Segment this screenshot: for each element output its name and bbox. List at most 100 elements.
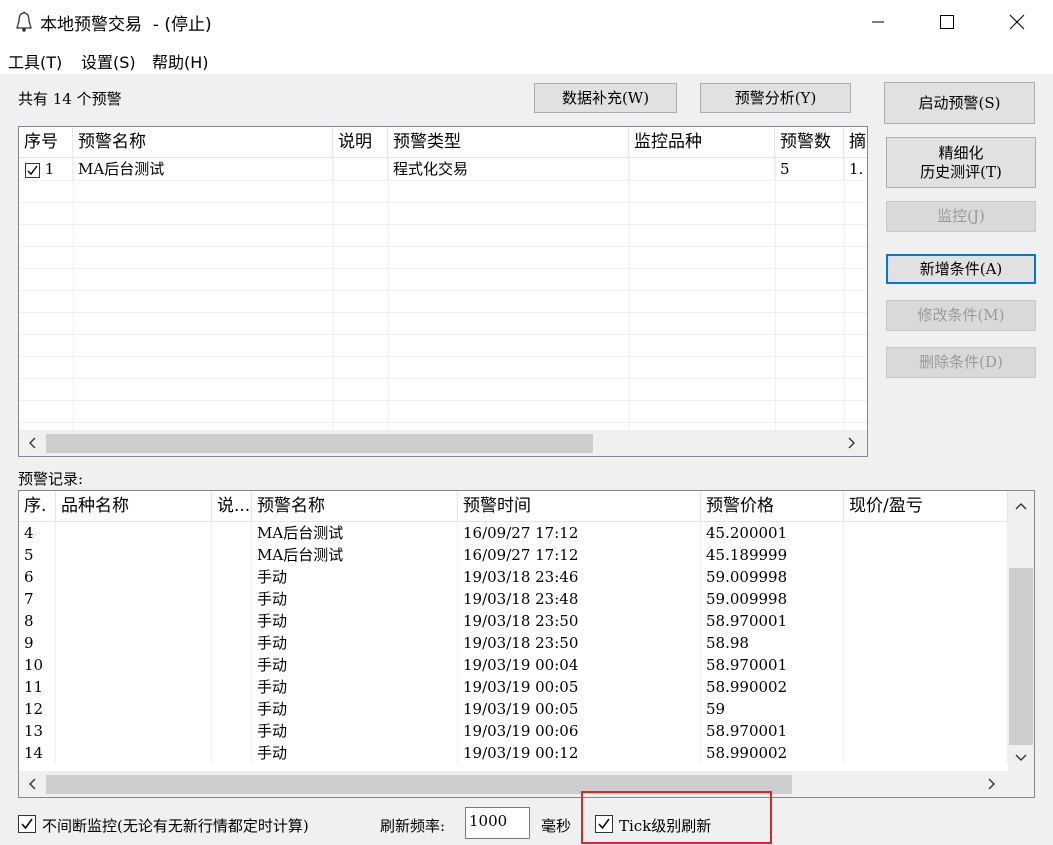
record-no-cell: 12	[19, 698, 56, 720]
scroll-left-arrow[interactable]	[19, 430, 45, 456]
scroll-up-arrow[interactable]	[1008, 493, 1034, 519]
record-pnl-cell	[844, 522, 1008, 544]
record-symbol-cell	[56, 698, 212, 720]
edit-condition-button[interactable]: 修改条件(M)	[886, 300, 1036, 331]
table-row[interactable]: 9 手动 19/03/18 23:50 58.98	[19, 632, 1008, 654]
scroll-right-arrow[interactable]	[839, 430, 865, 456]
col-header-name[interactable]: 预警名称	[73, 127, 333, 157]
record-time-cell: 19/03/19 00:12	[458, 742, 701, 764]
vscroll-thumb[interactable]	[1009, 568, 1033, 745]
chevron-right-icon	[988, 778, 995, 790]
close-button[interactable]	[994, 0, 1040, 44]
table-row[interactable]: 12 手动 19/03/19 00:05 59	[19, 698, 1008, 720]
chevron-up-icon	[1015, 503, 1027, 510]
continuous-monitor-checkbox-wrap[interactable]	[18, 814, 36, 833]
col-header-no[interactable]: 序号	[19, 127, 73, 157]
table-row[interactable]: 10 手动 19/03/19 00:04 58.970001	[19, 654, 1008, 676]
refresh-unit-label: 毫秒	[541, 817, 572, 835]
scroll-down-arrow[interactable]	[1008, 745, 1034, 771]
col-header-extra[interactable]: 摘	[844, 127, 867, 157]
table-row[interactable]: 13 手动 19/03/19 00:06 58.970001	[19, 720, 1008, 742]
rec-header-desc[interactable]: 说...	[212, 491, 252, 521]
grid-line	[73, 158, 74, 430]
row-name: MA后台测试	[73, 158, 333, 180]
record-no-cell: 6	[19, 566, 56, 588]
tick-refresh-checkbox[interactable]	[595, 814, 613, 833]
minimize-icon	[872, 21, 884, 23]
alert-analysis-button[interactable]: 预警分析(Y)	[700, 83, 851, 113]
grid-line	[19, 224, 867, 225]
record-price-cell: 58.970001	[701, 610, 844, 632]
record-no-cell: 4	[19, 522, 56, 544]
refine-evaluation-button[interactable]: 精细化 历史测评(T)	[886, 137, 1036, 188]
checkmark-icon	[27, 165, 38, 175]
table-row[interactable]: 11 手动 19/03/19 00:05 58.990002	[19, 676, 1008, 698]
grid-line	[19, 422, 867, 423]
table-row[interactable]: 6 手动 19/03/18 23:46 59.009998	[19, 566, 1008, 588]
record-symbol-cell	[56, 654, 212, 676]
grid-line	[775, 158, 776, 430]
record-time-cell: 19/03/19 00:04	[458, 654, 701, 676]
table-row[interactable]: 5 MA后台测试 16/09/27 17:12 45.189999	[19, 544, 1008, 566]
record-desc-cell	[212, 544, 252, 566]
checkmark-icon	[21, 818, 33, 829]
rec-header-price[interactable]: 预警价格	[701, 491, 844, 521]
menu-settings[interactable]: 设置(S)	[81, 49, 136, 73]
alerts-list[interactable]: 序号 预警名称 说明 预警类型 监控品种 预警数 摘 1 MA后台测试 程式化交…	[18, 126, 868, 457]
record-name-cell: 手动	[252, 720, 458, 742]
table-row[interactable]: 4 MA后台测试 16/09/27 17:12 45.200001	[19, 522, 1008, 544]
table-row[interactable]: 8 手动 19/03/18 23:50 58.970001	[19, 610, 1008, 632]
record-symbol-cell	[56, 588, 212, 610]
menu-tools[interactable]: 工具(T)	[8, 49, 62, 73]
rec-header-name[interactable]: 预警名称	[252, 491, 458, 521]
table-row[interactable]: 7 手动 19/03/18 23:48 59.009998	[19, 588, 1008, 610]
row-symbol	[629, 158, 775, 180]
record-pnl-cell	[844, 632, 1008, 654]
continuous-monitor-checkbox[interactable]	[18, 814, 36, 833]
record-symbol-cell	[56, 720, 212, 742]
rec-header-symbol[interactable]: 品种名称	[56, 491, 212, 521]
record-name-cell: MA后台测试	[252, 544, 458, 566]
scroll-left-arrow[interactable]	[19, 771, 45, 797]
records-vscrollbar[interactable]	[1008, 491, 1034, 771]
scroll-right-arrow[interactable]	[979, 771, 1005, 797]
col-header-symbol[interactable]: 监控品种	[629, 127, 775, 157]
grid-line	[629, 158, 630, 430]
minimize-button[interactable]	[855, 0, 901, 44]
alerts-header: 序号 预警名称 说明 预警类型 监控品种 预警数 摘	[19, 127, 867, 158]
alerts-hscrollbar[interactable]	[19, 430, 867, 456]
col-header-count[interactable]: 预警数	[775, 127, 844, 157]
scroll-corner	[1008, 771, 1034, 797]
monitor-button[interactable]: 监控(J)	[886, 201, 1036, 232]
add-condition-button[interactable]: 新增条件(A)	[886, 254, 1036, 284]
row-count: 5	[775, 158, 844, 180]
table-row[interactable]: 14 手动 19/03/19 00:12 58.990002	[19, 742, 1008, 764]
maximize-button[interactable]	[924, 0, 970, 44]
record-price-cell: 59.009998	[701, 588, 844, 610]
menu-help[interactable]: 帮助(H)	[152, 49, 209, 73]
data-supplement-button[interactable]: 数据补充(W)	[534, 83, 677, 113]
refresh-rate-input[interactable]: 1000	[465, 807, 530, 839]
record-desc-cell	[212, 742, 252, 764]
rec-header-no[interactable]: 序.	[19, 491, 56, 521]
start-alert-button[interactable]: 启动预警(S)	[884, 82, 1035, 124]
records-hscrollbar[interactable]	[19, 771, 1008, 797]
refresh-rate-label: 刷新频率:	[380, 817, 446, 835]
col-header-desc[interactable]: 说明	[333, 127, 388, 157]
records-list[interactable]: 序. 品种名称 说... 预警名称 预警时间 预警价格 现价/盈亏 4 MA后台测…	[18, 490, 1035, 798]
record-name-cell: 手动	[252, 676, 458, 698]
row-checkbox[interactable]	[25, 162, 40, 178]
scroll-thumb[interactable]	[46, 434, 593, 453]
window-title: 本地预警交易 - (停止)	[40, 15, 212, 35]
tick-refresh-checkbox-wrap[interactable]	[595, 814, 613, 833]
delete-condition-button[interactable]: 删除条件(D)	[886, 347, 1036, 378]
tick-refresh-label: Tick级别刷新	[619, 817, 712, 835]
record-time-cell: 19/03/18 23:48	[458, 588, 701, 610]
record-time-cell: 19/03/19 00:05	[458, 698, 701, 720]
rec-header-pnl[interactable]: 现价/盈亏	[844, 491, 1008, 521]
records-label: 预警记录:	[18, 470, 84, 488]
table-row[interactable]: 1 MA后台测试 程式化交易 5 1.	[19, 158, 867, 180]
record-price-cell: 45.189999	[701, 544, 844, 566]
rec-header-time[interactable]: 预警时间	[458, 491, 701, 521]
col-header-type[interactable]: 预警类型	[388, 127, 629, 157]
